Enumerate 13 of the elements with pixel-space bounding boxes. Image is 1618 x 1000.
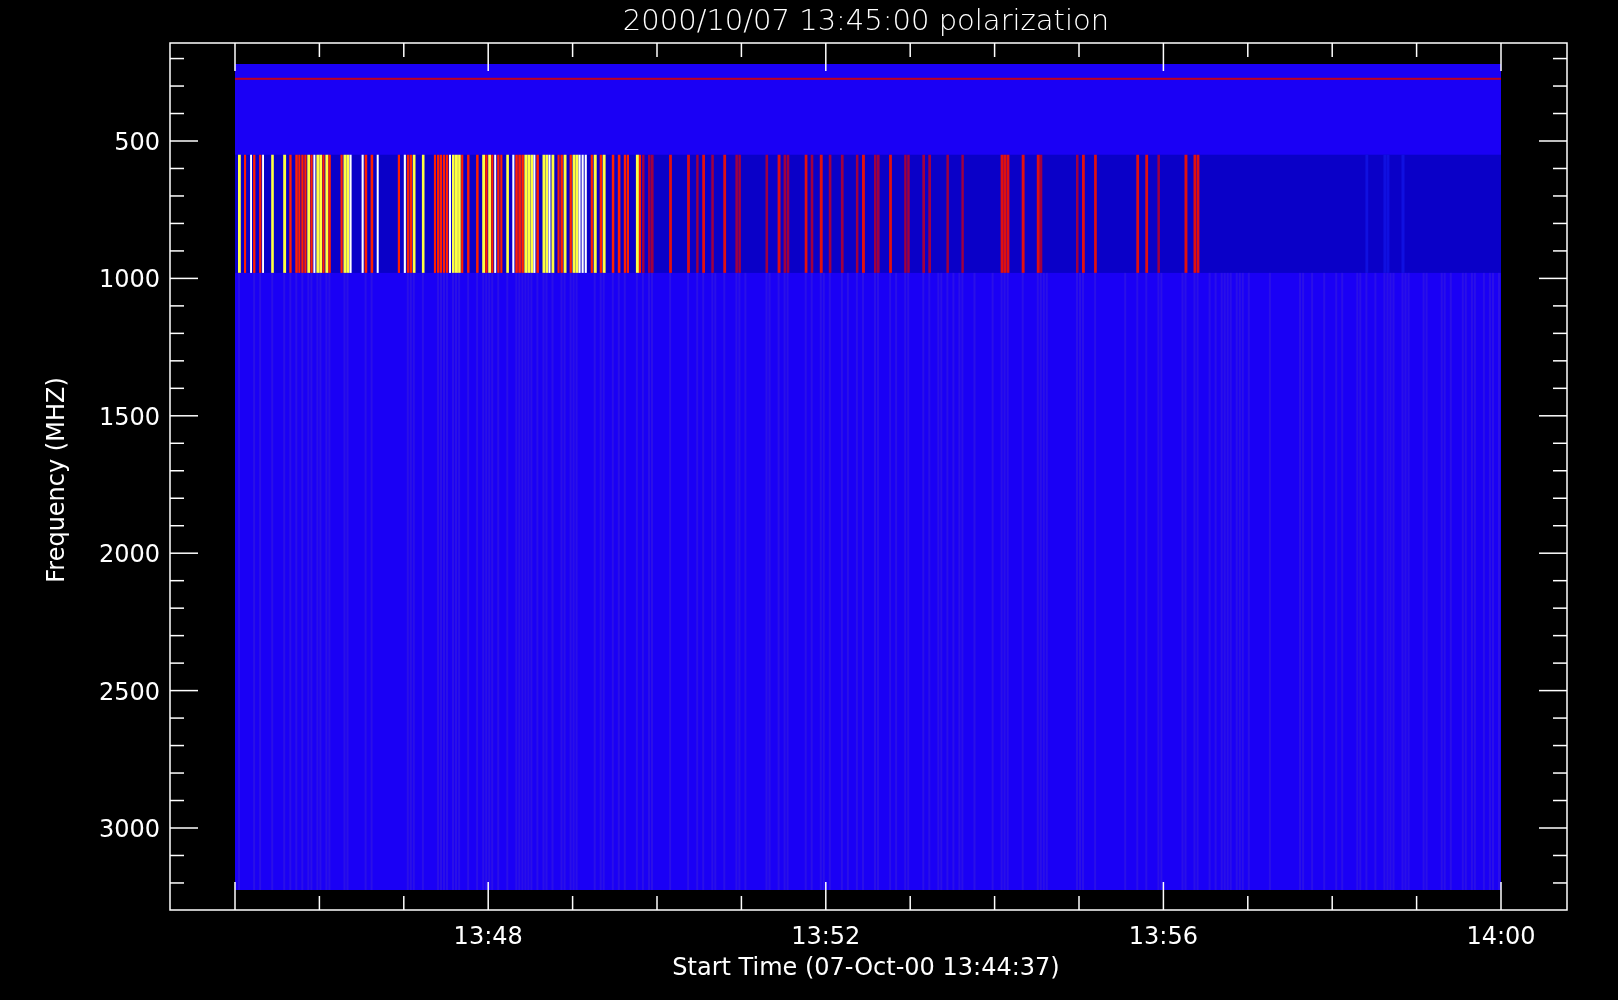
x-tick-label: 13:48 bbox=[453, 922, 523, 950]
y-tick-label: 1500 bbox=[98, 402, 160, 431]
y-tick-label: 2000 bbox=[98, 540, 160, 569]
x-tick-label: 13:52 bbox=[791, 922, 861, 950]
x-axis-label: Start Time (07-Oct-00 13:44:37) bbox=[672, 953, 1060, 981]
x-tick-label: 14:00 bbox=[1466, 922, 1536, 950]
y-tick-label: 1000 bbox=[98, 265, 160, 294]
y-tick-label: 3000 bbox=[98, 815, 160, 843]
chart-title: 2000/10/07 13:45:00 polarization bbox=[622, 3, 1110, 37]
x-tick-label: 13:56 bbox=[1128, 922, 1198, 950]
y-tick-label: 500 bbox=[114, 128, 160, 156]
y-tick-label: 2500 bbox=[98, 677, 160, 706]
y-axis-label: Frequency (MHZ) bbox=[42, 377, 70, 583]
